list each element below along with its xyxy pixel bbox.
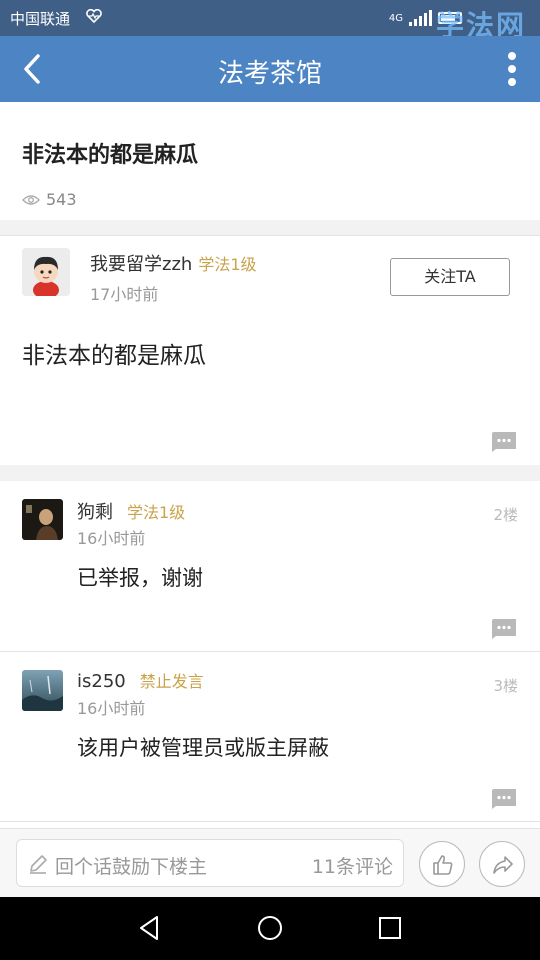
back-triangle-icon[interactable] (135, 913, 165, 943)
author-time: 17小时前 (90, 285, 159, 304)
section-separator (0, 220, 540, 236)
comment-icon[interactable] (490, 787, 518, 809)
reply-level-badge: 学法1级 (127, 503, 186, 522)
status-bar: 中国联通 4G 学法网 (0, 0, 540, 42)
author-name-text: 我要留学zzh (90, 254, 193, 275)
comment-icon[interactable] (490, 430, 518, 452)
reply-author-name-text: is250 (77, 671, 126, 692)
share-icon (493, 856, 513, 874)
author-level-badge: 学法1级 (198, 255, 257, 274)
recents-square-icon[interactable] (375, 913, 405, 943)
avatar[interactable] (22, 670, 63, 711)
post-body: 非法本的都是麻瓜 (22, 343, 206, 369)
thumbs-up-icon (433, 855, 453, 875)
network-label: 4G (388, 12, 403, 24)
reply-body: 该用户被管理员或版主屏蔽 (77, 736, 329, 760)
comment-count[interactable]: 11条评论 (312, 852, 393, 879)
comment-icon[interactable] (490, 617, 518, 639)
avatar-image (22, 499, 63, 540)
avatar[interactable] (22, 248, 70, 296)
bottom-reply-bar: 回个话鼓励下楼主 11条评论 (0, 828, 540, 897)
section-separator (0, 465, 540, 481)
more-vertical-icon[interactable] (504, 50, 520, 90)
home-circle-icon[interactable] (255, 913, 285, 943)
reply-author-name[interactable]: is250 禁止发言 (77, 668, 204, 692)
avatar-image (22, 248, 70, 296)
eye-icon (22, 194, 40, 205)
pencil-icon (30, 855, 47, 874)
reply-level-badge: 禁止发言 (139, 672, 204, 691)
avatar[interactable] (22, 499, 63, 540)
avatar-image (22, 670, 63, 711)
page-title: 法考茶馆 (217, 59, 322, 89)
author-name[interactable]: 我要留学zzh 学法1级 (90, 250, 257, 276)
view-count-value: 543 (46, 190, 77, 209)
system-nav-bar (0, 897, 540, 960)
signal-icon (409, 10, 432, 26)
nav-bar: 法考茶馆 (0, 36, 540, 102)
reply-author-name-text: 狗剩 (77, 502, 113, 523)
view-count: 543 (22, 190, 77, 209)
divider (0, 821, 540, 822)
reply-author-name[interactable]: 狗剩 学法1级 (77, 498, 185, 524)
divider (0, 651, 540, 652)
share-button[interactable] (479, 841, 525, 887)
post-title: 非法本的都是麻瓜 (22, 143, 199, 168)
heart-icon (86, 9, 102, 23)
like-button[interactable] (419, 841, 465, 887)
reply-time: 16小时前 (77, 529, 146, 548)
reply-body: 已举报，谢谢 (77, 566, 203, 590)
floor-number: 3楼 (493, 677, 518, 695)
reply-input[interactable]: 回个话鼓励下楼主 11条评论 (16, 839, 404, 887)
reply-time: 16小时前 (77, 699, 146, 718)
follow-button[interactable]: 关注TA (390, 258, 510, 296)
floor-number: 2楼 (493, 506, 518, 524)
reply-input-placeholder: 回个话鼓励下楼主 (55, 856, 208, 878)
carrier-label: 中国联通 (10, 10, 71, 28)
